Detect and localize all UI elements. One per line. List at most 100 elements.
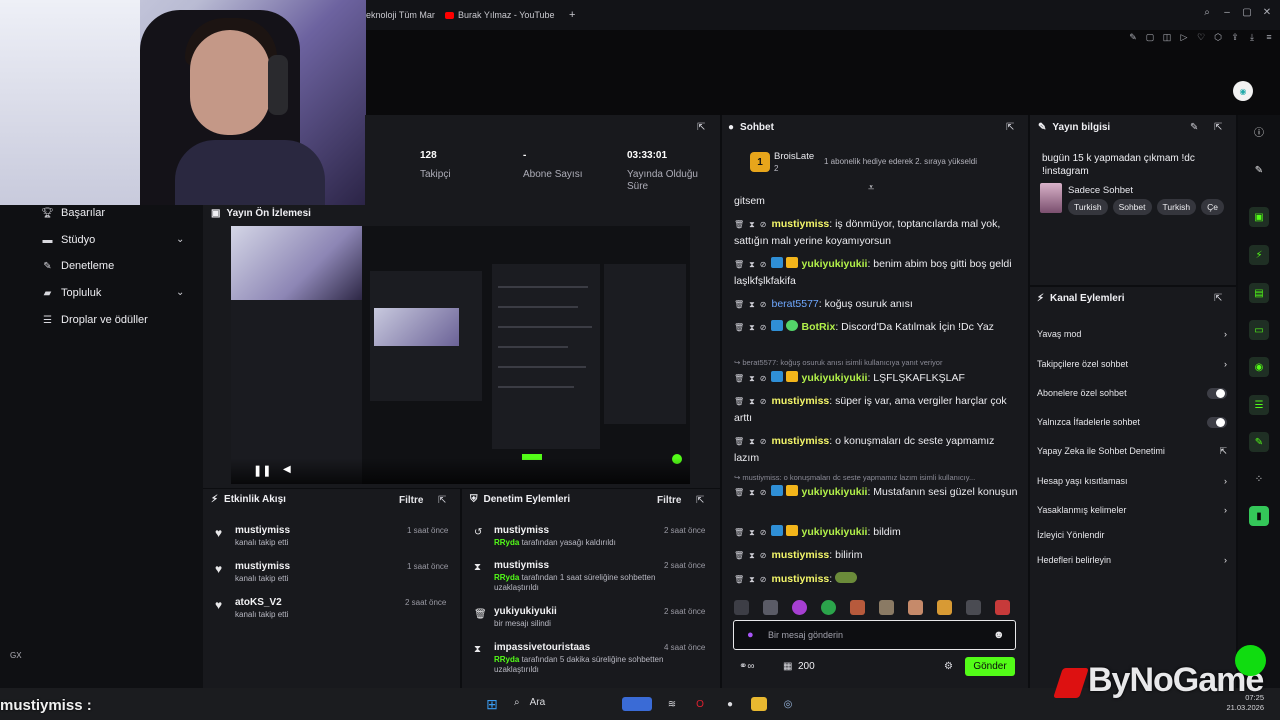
trash-icon[interactable]: 🗑︎	[734, 571, 744, 588]
browser-tab[interactable]: eknoloji Tüm Mar	[366, 6, 435, 24]
ban-icon[interactable]: ⊘	[760, 484, 767, 501]
trash-icon[interactable]: 🗑︎	[734, 370, 744, 387]
trash-icon[interactable]: 🗑︎	[734, 319, 744, 336]
opera-icon[interactable]: O	[692, 697, 708, 711]
sidebar-item-community[interactable]: ▰ Topluluk	[42, 285, 102, 301]
folder-icon[interactable]	[751, 697, 767, 711]
chat-username[interactable]: mustiymiss	[771, 395, 829, 407]
sidebar-item-studio[interactable]: ▬ Stüdyo	[42, 232, 96, 248]
pin-icon[interactable]: ✎	[1128, 32, 1138, 42]
pencil-icon[interactable]: ✎	[1249, 160, 1269, 180]
hourglass-icon[interactable]: ⧗	[749, 393, 755, 410]
hourglass-icon[interactable]: ⧗	[749, 216, 755, 233]
camera-icon[interactable]: ▣	[1249, 207, 1269, 227]
action-emote-only[interactable]: Yalnızca İfadelerle sohbet	[1037, 415, 1227, 429]
ban-icon[interactable]: ⊘	[760, 319, 767, 336]
ban-icon[interactable]: ⊘	[760, 216, 767, 233]
chat-input[interactable]: ● Bir mesaj gönderin ☻	[733, 620, 1016, 650]
chat-username[interactable]: mustiymiss	[771, 573, 829, 585]
sidebar-item-drops[interactable]: ☰ Droplar ve ödüller	[42, 312, 148, 328]
filter-button[interactable]: Filtre	[399, 495, 423, 506]
pause-icon[interactable]: ❚❚	[253, 464, 271, 477]
green-app-icon[interactable]: ▮	[1249, 506, 1269, 526]
trash-icon[interactable]: 🗑︎	[734, 393, 744, 410]
ban-icon[interactable]: ⊘	[760, 296, 767, 313]
chevron-down-icon[interactable]: ⌄	[176, 287, 184, 298]
popout-icon[interactable]: ⇱	[1006, 122, 1014, 133]
chat-username[interactable]: mustiymiss	[771, 435, 829, 447]
maximize-icon[interactable]: ▢	[1242, 8, 1252, 18]
hourglass-icon[interactable]: ⧗	[749, 571, 755, 588]
ban-icon[interactable]: ⊘	[760, 547, 767, 564]
ban-icon[interactable]: ⊘	[760, 524, 767, 541]
info-icon[interactable]: ⓘ	[1249, 121, 1269, 141]
chat-username[interactable]: yukiyukiyukii	[801, 486, 867, 498]
trash-icon[interactable]: 🗑︎	[734, 547, 744, 564]
emote[interactable]	[966, 600, 981, 615]
heart-icon[interactable]: ♡	[1196, 32, 1206, 42]
emoji-icon[interactable]: ☻	[993, 629, 1005, 641]
action-slow-mode[interactable]: Yavaş mod ›	[1037, 327, 1227, 341]
popout-icon[interactable]: ⇱	[696, 495, 704, 506]
filter-button[interactable]: Filtre	[657, 495, 681, 506]
chat-username[interactable]: mustiymiss	[771, 218, 829, 230]
emote[interactable]	[763, 600, 778, 615]
hourglass-icon[interactable]: ⧗	[749, 296, 755, 313]
steam-icon[interactable]: ◎	[780, 697, 796, 711]
microphone-icon[interactable]: ●	[747, 629, 754, 641]
app-icon[interactable]: ●	[722, 697, 738, 711]
menu-icon[interactable]: ≡	[1264, 32, 1274, 42]
chevron-down-icon[interactable]: ⌄	[176, 234, 184, 245]
emote[interactable]	[879, 600, 894, 615]
emote[interactable]	[937, 600, 952, 615]
preview-video[interactable]: ❚❚ ◀	[231, 226, 690, 484]
windows-start-icon[interactable]: ⊞	[484, 696, 500, 712]
hourglass-icon[interactable]: ⧗	[749, 319, 755, 336]
emote[interactable]	[850, 600, 865, 615]
action-subscribers-only[interactable]: Abonelere özel sohbet	[1037, 386, 1227, 400]
ban-icon[interactable]: ⊘	[760, 370, 767, 387]
hourglass-icon[interactable]: ⧗	[749, 524, 755, 541]
chat-username[interactable]: mustiymiss	[771, 549, 829, 561]
apps-icon[interactable]: ⁘	[1249, 469, 1269, 489]
hourglass-icon[interactable]: ⧗	[749, 256, 755, 273]
close-icon[interactable]: ✕	[1262, 8, 1272, 18]
ban-icon[interactable]: ⊘	[760, 571, 767, 588]
browser-tab-youtube[interactable]: Burak Yılmaz - YouTube	[445, 6, 555, 24]
action-banned-words[interactable]: Yasaklanmış kelimeler ›	[1037, 503, 1227, 517]
trash-icon[interactable]: 🗑︎	[734, 296, 744, 313]
hourglass-icon[interactable]: ⧗	[749, 547, 755, 564]
screenshot-icon[interactable]: ▢	[1145, 32, 1155, 42]
hourglass-icon[interactable]: ⧗	[749, 433, 755, 450]
list-icon[interactable]: ☰	[1249, 395, 1269, 415]
play-icon[interactable]: ▷	[1179, 32, 1189, 42]
extensions-icon[interactable]: ⬡	[1213, 32, 1223, 42]
chat-username[interactable]: yukiyukiyukii	[801, 372, 867, 384]
download-icon[interactable]: ⤓	[1247, 32, 1257, 42]
action-goals[interactable]: Hedefleri belirleyin ›	[1037, 553, 1227, 567]
emote[interactable]	[995, 600, 1010, 615]
chat-username[interactable]: yukiyukiyukii	[801, 526, 867, 538]
new-tab-button[interactable]: +	[569, 6, 575, 24]
settings-icon[interactable]: ⚙	[944, 661, 953, 672]
link-icon[interactable]: ⚭∞	[739, 661, 755, 672]
sidebar-item-achievements[interactable]: 🏆︎ Başarılar	[41, 205, 105, 221]
broadcast-icon[interactable]: ◉	[1249, 357, 1269, 377]
sidebar-item-moderation[interactable]: ✎ Denetleme	[42, 258, 114, 274]
trash-icon[interactable]: 🗑︎	[734, 433, 744, 450]
chat-username[interactable]: BotRix	[801, 321, 835, 333]
emote[interactable]	[734, 600, 749, 615]
action-account-age[interactable]: Hesap yaşı kısıtlaması ›	[1037, 474, 1227, 488]
hourglass-icon[interactable]: ⧗	[749, 484, 755, 501]
popout-icon[interactable]: ⇱	[1214, 293, 1222, 304]
wrench-icon[interactable]: ✎	[1249, 432, 1269, 452]
action-followers-only[interactable]: Takipçilere özel sohbet ›	[1037, 357, 1227, 371]
popout-icon[interactable]: ⇱	[438, 495, 446, 506]
send-button[interactable]: Gönder	[965, 657, 1015, 676]
ban-icon[interactable]: ⊘	[760, 433, 767, 450]
minimize-icon[interactable]: –	[1222, 8, 1232, 18]
action-ai-moderation[interactable]: Yapay Zeka ile Sohbet Denetimi ⇱	[1037, 444, 1227, 458]
trash-icon[interactable]: 🗑︎	[734, 524, 744, 541]
emote[interactable]	[908, 600, 923, 615]
search-icon[interactable]: ⌕	[1202, 8, 1212, 18]
